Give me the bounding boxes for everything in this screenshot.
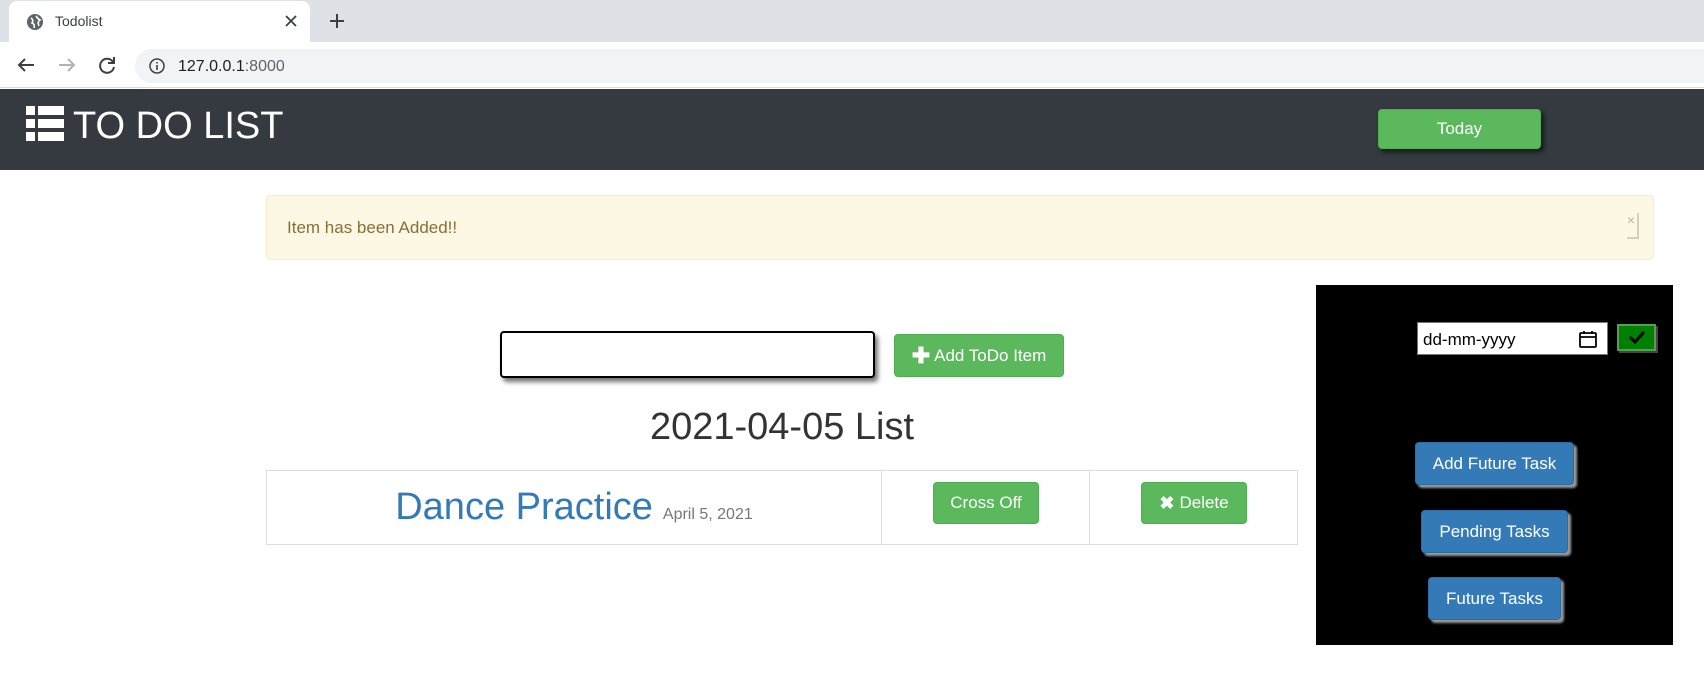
check-icon [1629,330,1645,344]
browser-tabstrip: Todolist [0,0,1704,42]
pending-tasks-button[interactable]: Pending Tasks [1421,510,1568,553]
address-bar[interactable]: 127.0.0.1:8000 [135,49,1704,83]
success-alert: Item has been Added!! × [266,195,1654,260]
browser-toolbar: 127.0.0.1:8000 [0,42,1704,88]
today-button[interactable]: Today [1378,109,1541,149]
list-icon [26,106,64,141]
confirm-date-button[interactable] [1617,324,1656,351]
delete-cell: ✖ Delete [1090,471,1297,544]
table-row: Dance Practice April 5, 2021 [267,471,882,544]
list-title: 2021-04-05 List [649,406,915,448]
forward-arrow-icon[interactable] [55,53,79,77]
add-future-task-button[interactable]: Add Future Task [1415,442,1574,485]
brand-title[interactable]: TO DO LIST [73,107,283,145]
app-navbar: TO DO LIST Today [0,89,1704,170]
date-placeholder: dd-mm-yyyy [1423,330,1516,349]
cross-off-button[interactable]: Cross Off [933,482,1039,524]
task-date: April 5, 2021 [662,505,753,523]
calendar-icon[interactable] [1578,329,1598,349]
alert-close-icon[interactable]: × [1627,213,1639,239]
url-text: 127.0.0.1:8000 [178,58,285,75]
side-panel: dd-mm-yyyy Add Future Task Pending Tasks… [1316,285,1673,645]
close-tab-icon[interactable] [281,11,301,31]
back-arrow-icon[interactable] [14,53,38,77]
date-field[interactable]: dd-mm-yyyy [1417,322,1608,355]
todo-table: Dance Practice April 5, 2021 Cross Off ✖… [266,470,1298,545]
delete-x-icon: ✖ [1159,492,1175,513]
browser-tab[interactable]: Todolist [9,1,310,42]
alert-message: Item has been Added!! [287,218,458,237]
info-icon[interactable] [149,58,165,74]
add-todo-label: Add ToDo Item [934,345,1047,365]
reload-icon[interactable] [95,53,119,77]
globe-icon [27,14,43,30]
delete-label: Delete [1179,493,1229,512]
tab-title: Todolist [55,13,103,29]
task-name[interactable]: Dance Practice [395,486,653,529]
cross-off-cell: Cross Off [882,471,1090,544]
todo-input[interactable] [500,331,875,378]
delete-button[interactable]: ✖ Delete [1141,482,1247,524]
add-todo-button[interactable]: ✚ Add ToDo Item [894,334,1064,377]
new-tab-icon[interactable] [326,10,348,32]
future-tasks-button[interactable]: Future Tasks [1428,577,1561,620]
plus-icon: ✚ [911,342,931,368]
